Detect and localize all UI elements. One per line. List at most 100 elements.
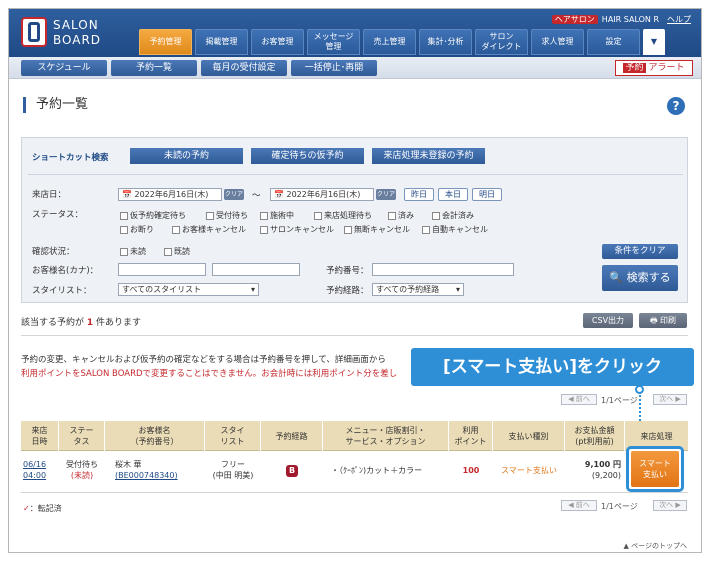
- date-from-clear-button[interactable]: クリア: [224, 189, 244, 200]
- status-auto-cancel-checkbox[interactable]: 自動キャンセル: [422, 224, 488, 235]
- col-points: 利用 ポイント: [449, 421, 493, 451]
- customer-last-name-input[interactable]: [118, 263, 206, 276]
- col-visit-date[interactable]: 来店 日時: [21, 421, 59, 451]
- col-customer: お客様名 （予約番号）: [105, 421, 205, 451]
- page-info-bottom: 1/1ページ: [601, 502, 638, 511]
- salon-board-logo[interactable]: SALON BOARD: [21, 17, 131, 49]
- reservation-number-label: 予約番号：: [326, 266, 369, 276]
- customer-first-name-input[interactable]: [212, 263, 300, 276]
- help-icon[interactable]: ?: [667, 97, 685, 115]
- tab-sales[interactable]: 売上管理: [363, 29, 416, 55]
- alert-button[interactable]: 予約 アラート: [615, 60, 693, 76]
- row-menu: ・（ｸｰﾎﾟﾝ)カット＋カラー: [331, 466, 423, 475]
- tab-message[interactable]: メッセージ 管理: [307, 29, 360, 55]
- status-done-checkbox[interactable]: 済み: [388, 210, 414, 221]
- salon-name: HAIR SALON R: [601, 15, 659, 24]
- date-to-input[interactable]: 📅 2022年6月16日(木): [270, 188, 374, 201]
- subtab-schedule[interactable]: スケジュール: [21, 60, 107, 76]
- confirm-unread-checkbox[interactable]: 未読: [120, 246, 146, 257]
- next-page-button-bottom[interactable]: 次へ ▶: [653, 500, 687, 511]
- col-status[interactable]: ステー タス: [59, 421, 105, 451]
- next-page-button[interactable]: 次へ ▶: [653, 394, 687, 405]
- salon-type-badge: ヘアサロン: [551, 15, 598, 24]
- shortcut-unread-button[interactable]: 未読の予約: [130, 148, 243, 164]
- page-top-link[interactable]: ▲ ページのトップへ: [624, 541, 687, 551]
- tab-reservation[interactable]: 予約管理: [139, 29, 192, 55]
- status-label: ステータス：: [32, 210, 84, 220]
- tomorrow-button[interactable]: 明日: [472, 188, 502, 201]
- status-salon-cancel-checkbox[interactable]: サロンキャンセル: [260, 224, 334, 235]
- row-customer[interactable]: 桜木 華 (BE000748340): [105, 459, 205, 481]
- yesterday-button[interactable]: 昨日: [404, 188, 434, 201]
- tab-salon-direct[interactable]: サロン ダイレクト: [475, 29, 528, 55]
- smart-payment-highlight: スマート 支払い: [626, 446, 684, 492]
- clear-conditions-button[interactable]: 条件をクリア: [602, 244, 678, 259]
- search-button[interactable]: 🔍 検索する: [602, 265, 678, 291]
- subtab-reservation-list[interactable]: 予約一覧: [111, 60, 197, 76]
- stylist-label: スタイリスト：: [32, 286, 92, 296]
- prev-page-button-bottom[interactable]: ◀ 前へ: [561, 500, 597, 511]
- instruction-callout: [スマート支払い]をクリック: [411, 348, 694, 386]
- status-pending-checkbox[interactable]: 仮予約確定待ち: [120, 210, 186, 221]
- visit-time-link: 04:00: [23, 471, 47, 480]
- confirm-label: 確認状況：: [32, 247, 75, 257]
- result-count: 該当する予約が 1 件あります: [21, 318, 142, 328]
- confirm-read-checkbox[interactable]: 既読: [164, 246, 190, 257]
- status-visit-wait-checkbox[interactable]: 来店処理待ち: [314, 210, 372, 221]
- menu-dropdown-icon[interactable]: ▼: [643, 29, 665, 55]
- shortcut-unregistered-button[interactable]: 来店処理未登録の予約: [372, 148, 485, 164]
- col-amount: お支払金額 (pt利用前): [565, 421, 625, 451]
- logo-mark-icon: [21, 17, 47, 47]
- reservation-number-input[interactable]: [372, 263, 514, 276]
- subtab-monthly-settings[interactable]: 毎月の受付設定: [201, 60, 287, 76]
- col-stylist[interactable]: スタイ リスト: [205, 421, 261, 451]
- date-from-input[interactable]: 📅 2022年6月16日(木): [118, 188, 222, 201]
- col-payment-type: 支払い種別: [493, 421, 565, 451]
- print-button[interactable]: 🖶 印刷: [639, 313, 687, 328]
- prev-page-button[interactable]: ◀ 前へ: [561, 394, 597, 405]
- status-waiting-checkbox[interactable]: 受付待ち: [206, 210, 248, 221]
- status-in-service-checkbox[interactable]: 施術中: [260, 210, 294, 221]
- tab-customer[interactable]: お客管理: [251, 29, 304, 55]
- smart-payment-button[interactable]: スマート 支払い: [631, 451, 679, 487]
- tab-analytics[interactable]: 集計･分析: [419, 29, 472, 55]
- today-button[interactable]: 本日: [438, 188, 468, 201]
- status-noshow-checkbox[interactable]: 無断キャンセル: [344, 224, 410, 235]
- row-points: 100: [462, 466, 480, 475]
- stylist-select[interactable]: すべてのスタイリスト ▾: [118, 283, 259, 296]
- print-icon: 🖶: [649, 316, 658, 325]
- search-icon: 🔍: [609, 271, 624, 284]
- main-tabs: 予約管理 掲載管理 お客管理 メッセージ 管理 売上管理 集計･分析 サロン ダ…: [139, 29, 668, 57]
- csv-export-button[interactable]: CSV出力: [583, 313, 633, 328]
- chevron-down-icon: ▾: [455, 285, 460, 294]
- shortcut-label: ショートカット検索: [32, 153, 109, 163]
- page-title: 予約一覧: [23, 97, 88, 113]
- row-status: 受付待ち (未読): [66, 460, 98, 480]
- status-paid-checkbox[interactable]: 会計済み: [432, 210, 474, 221]
- search-panel: ショートカット検索 未読の予約 確定待ちの仮予約 来店処理未登録の予約 来店日：…: [21, 137, 688, 303]
- page-frame: SALON BOARD ヘアサロン HAIR SALON R ヘルプ 予約管理 掲載管…: [8, 8, 702, 553]
- date-label: 来店日：: [32, 190, 67, 200]
- route-label: 予約経路：: [326, 286, 369, 296]
- tab-settings[interactable]: 設定: [587, 29, 640, 55]
- route-icon: B: [261, 465, 323, 477]
- customer-name-label: お客様名(カナ)：: [32, 266, 99, 276]
- sub-navigation: スケジュール 予約一覧 毎月の受付設定 一括停止･再開 予約 アラート: [9, 57, 701, 79]
- subtab-bulk-stop[interactable]: 一括停止･再開: [291, 60, 377, 76]
- status-customer-cancel-checkbox[interactable]: お客様キャンセル: [172, 224, 246, 235]
- row-amount: 9,100 円 (9,200): [584, 460, 621, 480]
- tab-recruit[interactable]: 求人管理: [531, 29, 584, 55]
- reservation-number-link: (BE000748340): [115, 471, 178, 480]
- legend: ✓：転記済: [23, 504, 62, 513]
- route-select[interactable]: すべての予約経路 ▾: [372, 283, 464, 296]
- check-icon: ✓: [23, 504, 30, 513]
- shortcut-pending-button[interactable]: 確定待ちの仮予約: [251, 148, 364, 164]
- status-declined-checkbox[interactable]: お断り: [120, 224, 154, 235]
- chevron-down-icon: ▾: [250, 285, 255, 294]
- tab-listing[interactable]: 掲載管理: [195, 29, 248, 55]
- header-salon-info: ヘアサロン HAIR SALON R ヘルプ: [551, 14, 691, 25]
- row-payment-type: スマート支払い: [501, 466, 557, 475]
- table-header: 来店 日時 ステー タス お客様名 （予約番号） スタイ リスト 予約経路 メニ…: [21, 421, 688, 451]
- help-link[interactable]: ヘルプ: [667, 15, 691, 24]
- date-to-clear-button[interactable]: クリア: [376, 189, 396, 200]
